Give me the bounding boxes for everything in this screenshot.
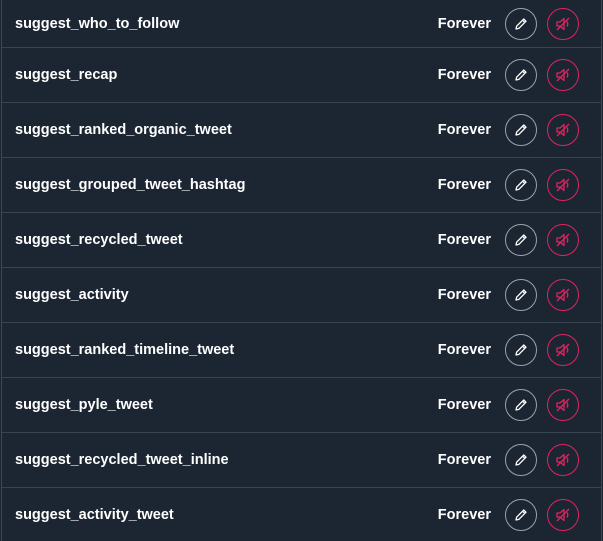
item-name: suggest_recycled_tweet xyxy=(15,232,183,248)
pencil-icon xyxy=(515,344,527,356)
list-item: suggest_ranked_organic_tweet Forever xyxy=(2,103,601,158)
unmute-button[interactable] xyxy=(547,389,579,421)
pencil-icon xyxy=(515,289,527,301)
edit-button[interactable] xyxy=(505,499,537,531)
edit-button[interactable] xyxy=(505,169,537,201)
item-name: suggest_grouped_tweet_hashtag xyxy=(15,177,246,193)
edit-button[interactable] xyxy=(505,114,537,146)
list-item: suggest_grouped_tweet_hashtag Forever xyxy=(2,158,601,213)
mute-duration: Forever xyxy=(437,122,491,138)
item-name: suggest_recycled_tweet_inline xyxy=(15,452,229,468)
volume-mute-icon xyxy=(556,343,570,357)
volume-mute-icon xyxy=(556,123,570,137)
mute-duration: Forever xyxy=(437,452,491,468)
muted-items-list: suggest_who_to_follow Forever suggest_re… xyxy=(1,0,602,541)
edit-button[interactable] xyxy=(505,389,537,421)
unmute-button[interactable] xyxy=(547,169,579,201)
edit-button[interactable] xyxy=(505,7,537,40)
volume-mute-icon xyxy=(556,453,570,467)
pencil-icon xyxy=(515,509,527,521)
unmute-button[interactable] xyxy=(547,279,579,311)
pencil-icon xyxy=(515,124,527,136)
item-name: suggest_activity_tweet xyxy=(15,507,174,523)
pencil-icon xyxy=(515,399,527,411)
mute-duration: Forever xyxy=(437,287,491,303)
pencil-icon xyxy=(515,179,527,191)
mute-duration: Forever xyxy=(437,67,491,83)
list-item: suggest_who_to_follow Forever xyxy=(2,0,601,48)
list-item: suggest_recycled_tweet Forever xyxy=(2,213,601,268)
unmute-button[interactable] xyxy=(547,114,579,146)
list-item: suggest_recycled_tweet_inline Forever xyxy=(2,433,601,488)
pencil-icon xyxy=(515,69,527,81)
edit-button[interactable] xyxy=(505,334,537,366)
list-item: suggest_activity Forever xyxy=(2,268,601,323)
list-item: suggest_recap Forever xyxy=(2,48,601,103)
mute-duration: Forever xyxy=(437,507,491,523)
item-name: suggest_pyle_tweet xyxy=(15,397,153,413)
unmute-button[interactable] xyxy=(547,224,579,256)
mute-duration: Forever xyxy=(437,15,491,32)
list-item: suggest_activity_tweet Forever xyxy=(2,488,601,541)
volume-mute-icon xyxy=(556,508,570,522)
item-name: suggest_recap xyxy=(15,67,118,83)
mute-duration: Forever xyxy=(437,177,491,193)
edit-button[interactable] xyxy=(505,279,537,311)
volume-mute-icon xyxy=(556,398,570,412)
edit-button[interactable] xyxy=(505,224,537,256)
pencil-icon xyxy=(515,17,527,30)
item-name: suggest_who_to_follow xyxy=(15,15,180,32)
unmute-button[interactable] xyxy=(547,444,579,476)
list-item: suggest_ranked_timeline_tweet Forever xyxy=(2,323,601,378)
list-item: suggest_pyle_tweet Forever xyxy=(2,378,601,433)
pencil-icon xyxy=(515,234,527,246)
unmute-button[interactable] xyxy=(547,59,579,91)
unmute-button[interactable] xyxy=(547,499,579,531)
volume-mute-icon xyxy=(556,68,570,82)
volume-mute-icon xyxy=(556,288,570,302)
mute-duration: Forever xyxy=(437,397,491,413)
item-name: suggest_activity xyxy=(15,287,129,303)
edit-button[interactable] xyxy=(505,444,537,476)
volume-mute-icon xyxy=(556,178,570,192)
volume-mute-icon xyxy=(556,17,570,30)
unmute-button[interactable] xyxy=(547,334,579,366)
unmute-button[interactable] xyxy=(547,7,579,40)
item-name: suggest_ranked_organic_tweet xyxy=(15,122,232,138)
mute-duration: Forever xyxy=(437,232,491,248)
item-name: suggest_ranked_timeline_tweet xyxy=(15,342,235,358)
pencil-icon xyxy=(515,454,527,466)
volume-mute-icon xyxy=(556,233,570,247)
mute-duration: Forever xyxy=(437,342,491,358)
edit-button[interactable] xyxy=(505,59,537,91)
